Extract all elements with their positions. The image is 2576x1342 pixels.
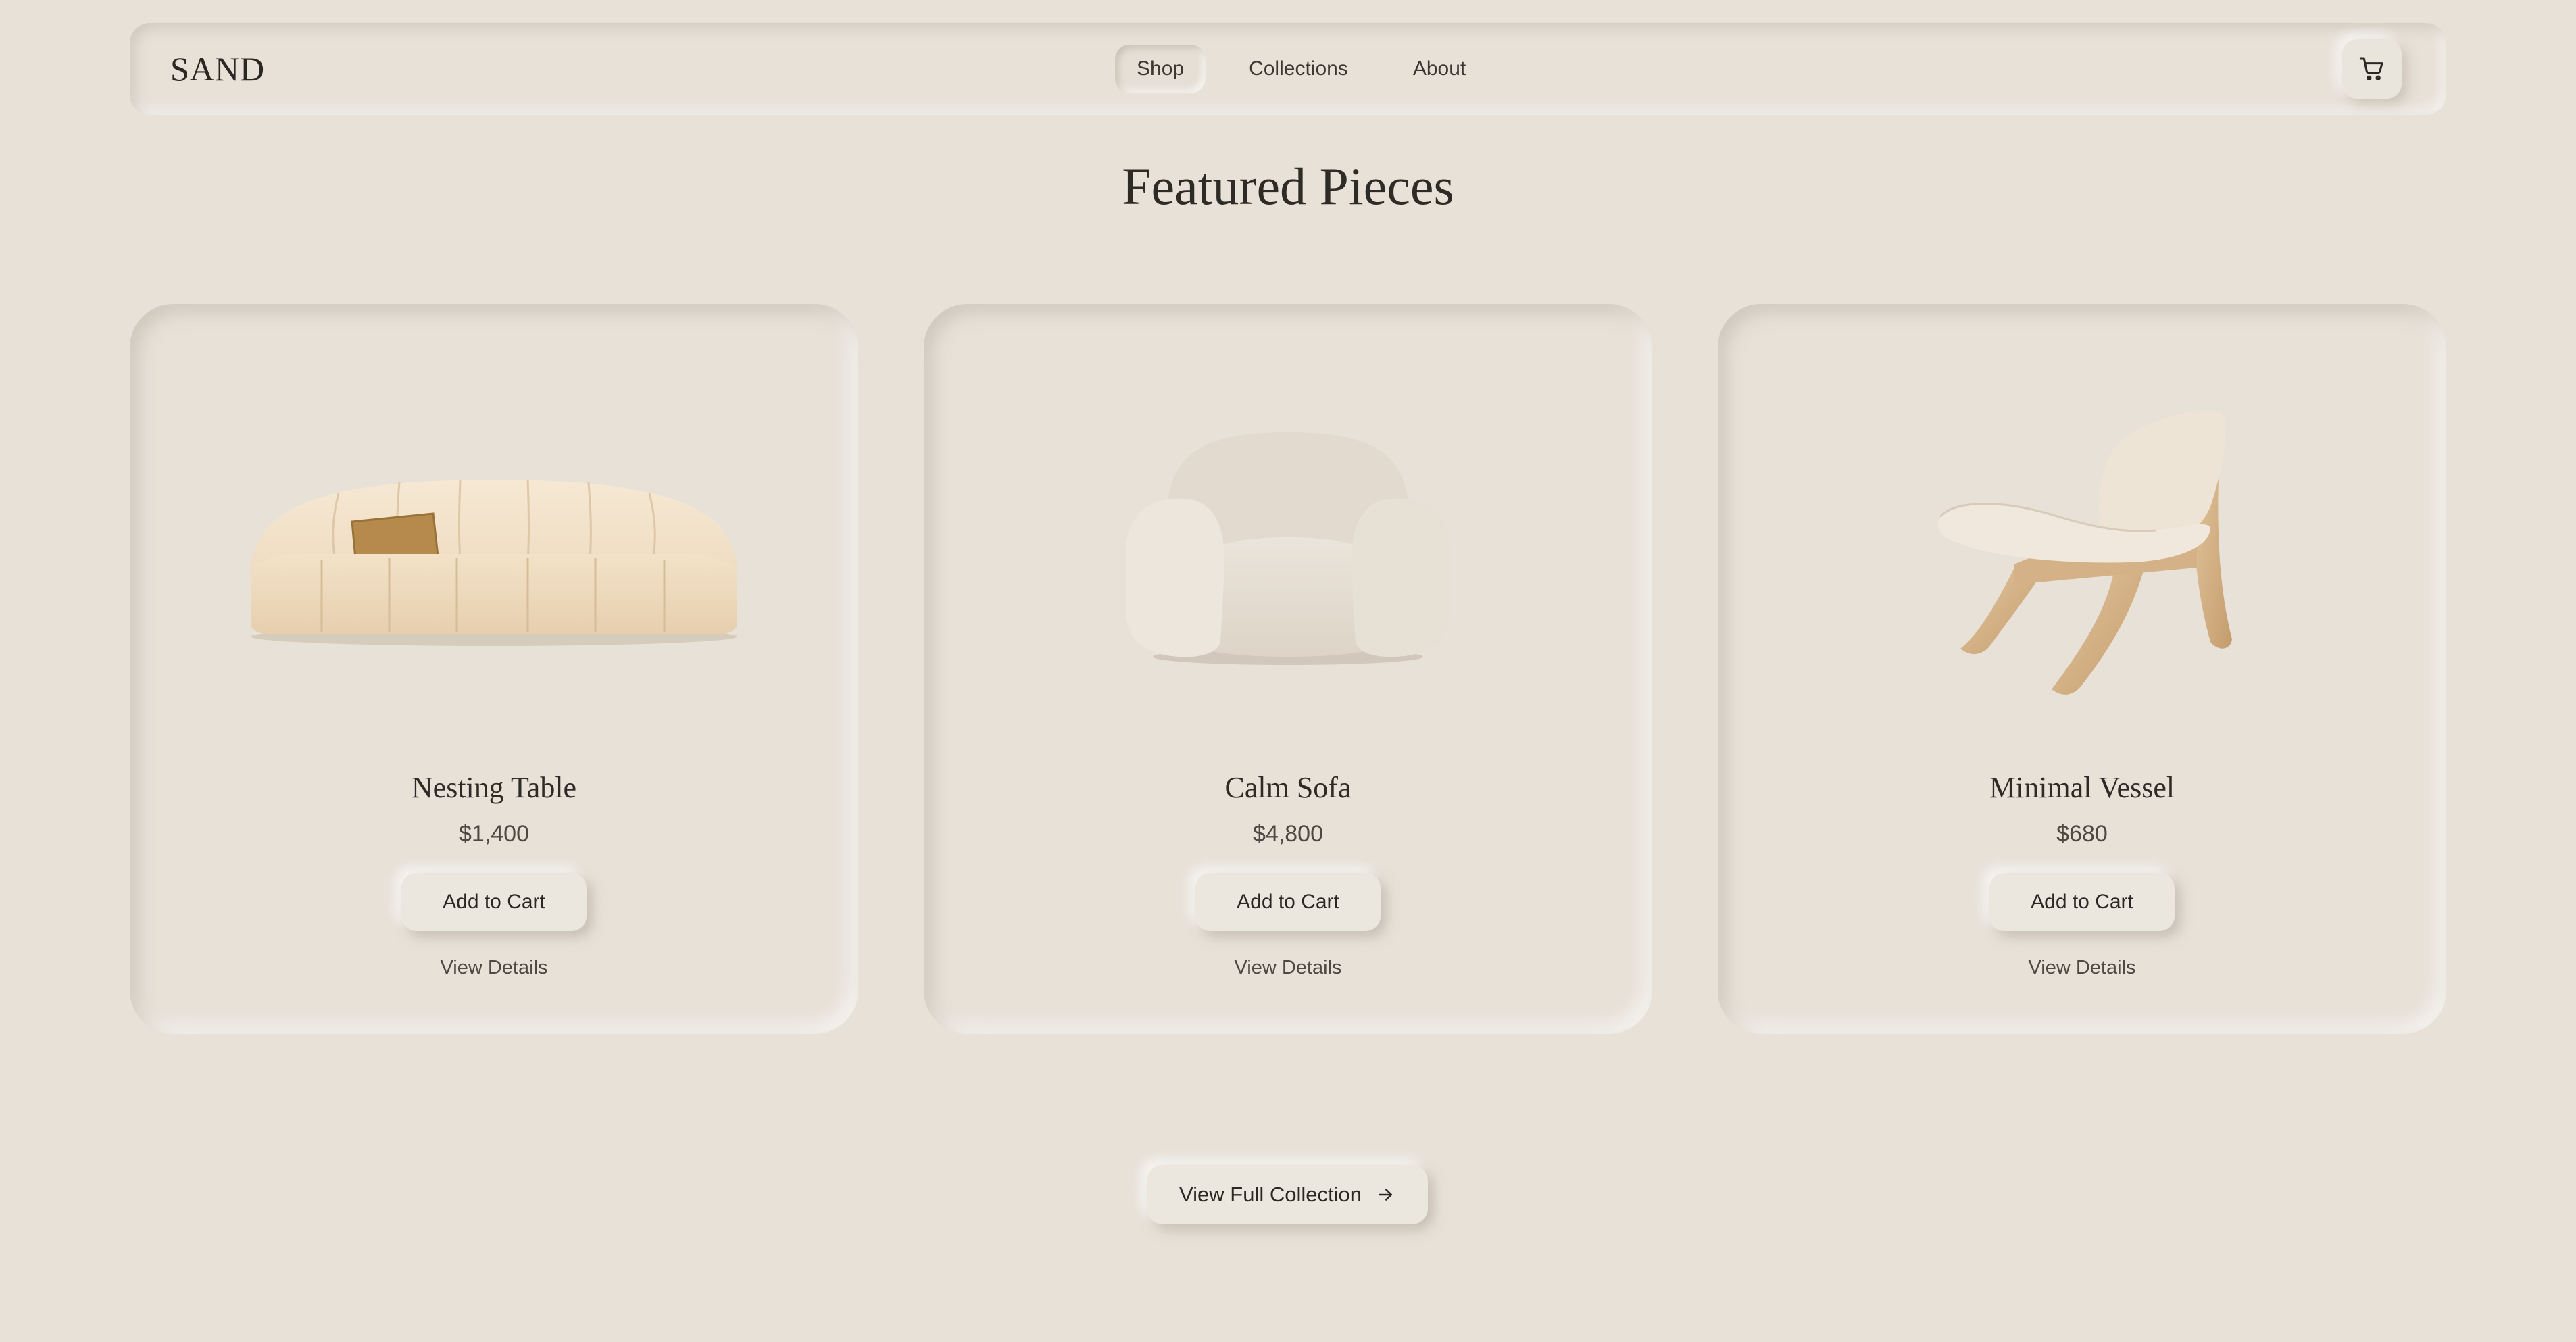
view-details-link[interactable]: View Details [924, 954, 1652, 981]
product-price: $1,400 [459, 821, 529, 847]
product-card-minimal-vessel: Minimal Vessel $680 Add to Cart View Det… [1718, 304, 2446, 1034]
add-to-cart-button[interactable]: Add to Cart [1989, 873, 2175, 931]
product-price: $680 [2056, 821, 2108, 847]
cart-icon [2359, 57, 2383, 81]
view-details-link[interactable]: View Details [130, 954, 858, 981]
product-name: Nesting Table [411, 771, 577, 804]
lounge-chair-image [1937, 410, 2232, 695]
brand-logo[interactable]: SAND [170, 47, 265, 91]
product-image[interactable] [1718, 372, 2446, 723]
add-to-cart-button[interactable]: Add to Cart [401, 873, 587, 931]
top-navigation-bar: SAND Shop Collections About [130, 23, 2446, 115]
page-title: Featured Pieces [1122, 157, 1454, 216]
product-image[interactable] [130, 372, 858, 723]
nav-item-collections[interactable]: Collections [1227, 45, 1370, 93]
product-card-calm-sofa: Calm Sofa $4,800 Add to Cart View Detail… [924, 304, 1652, 1034]
product-name: Minimal Vessel [1989, 771, 2175, 804]
arrow-right-icon [1375, 1185, 1395, 1205]
product-card-nesting-table: Nesting Table $1,400 Add to Cart View De… [130, 304, 858, 1034]
cta-label: View Full Collection [1179, 1183, 1362, 1206]
product-price: $4,800 [1253, 821, 1323, 847]
cart-button[interactable] [2342, 39, 2402, 99]
view-details-link[interactable]: View Details [1718, 954, 2446, 981]
curved-sofa-image [251, 479, 737, 646]
main-nav: Shop Collections About [1115, 45, 1509, 93]
armchair-image [1126, 432, 1450, 665]
nav-item-about[interactable]: About [1391, 45, 1487, 93]
product-name: Calm Sofa [1224, 771, 1352, 804]
product-image[interactable] [924, 372, 1652, 723]
add-to-cart-button[interactable]: Add to Cart [1195, 873, 1381, 931]
nav-item-shop[interactable]: Shop [1115, 45, 1206, 93]
view-full-collection-button[interactable]: View Full Collection [1147, 1165, 1428, 1224]
